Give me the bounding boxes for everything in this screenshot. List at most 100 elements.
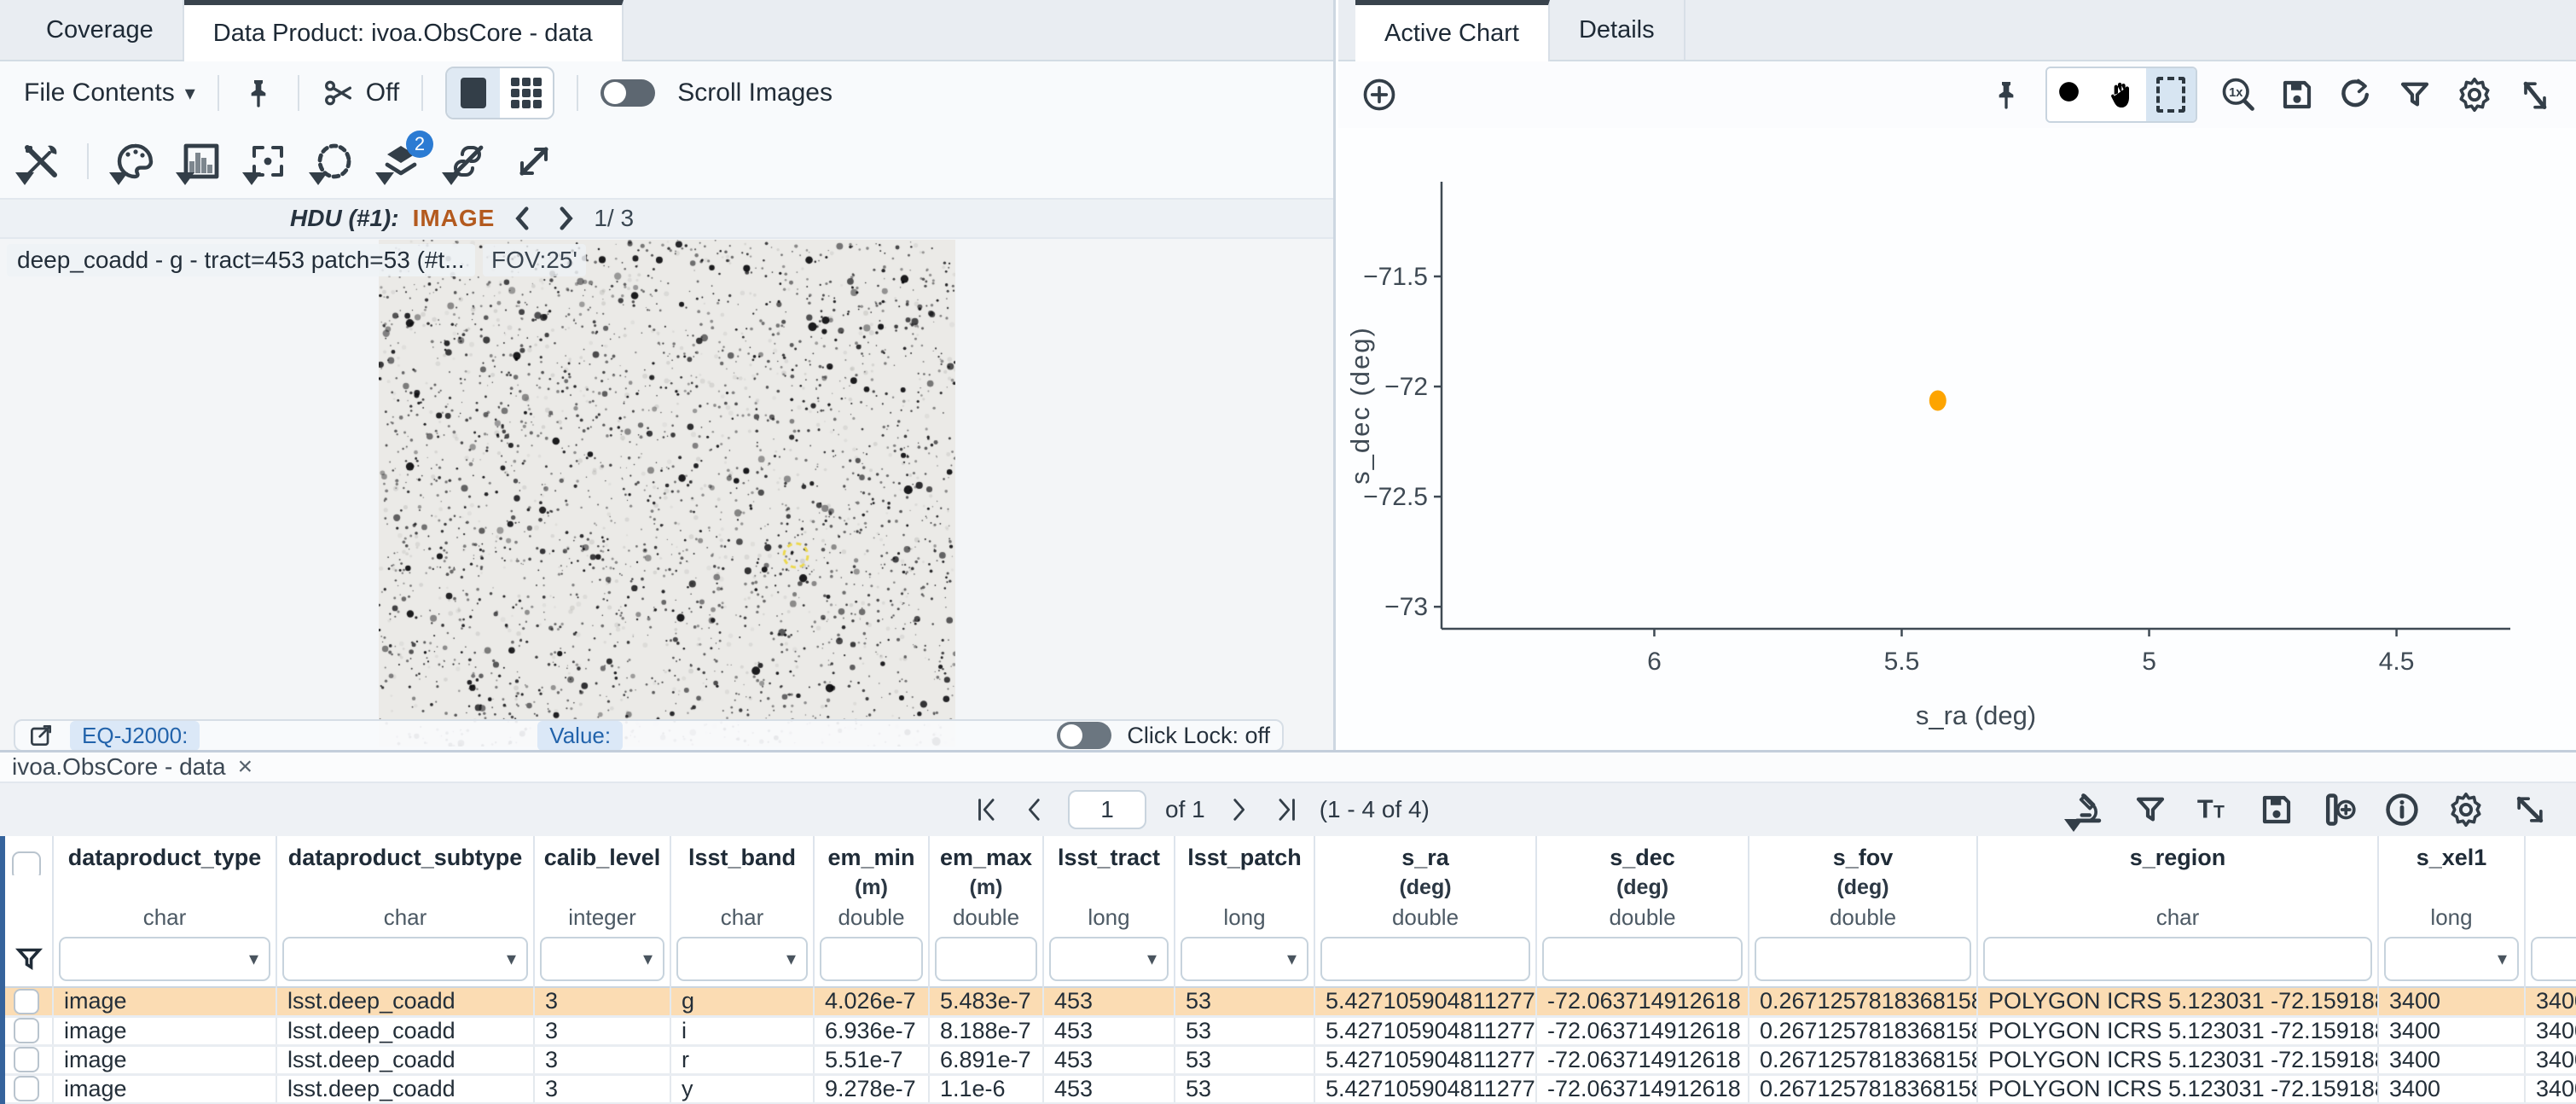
table-cell[interactable]: image [53,1045,276,1074]
pin-icon[interactable] [241,76,276,110]
tab-details[interactable]: Details [1550,0,1685,60]
table-cell[interactable]: 8.188e-7 [929,1016,1043,1045]
column-header-lsst_band[interactable]: lsst_bandchar▾ [670,836,814,987]
table-cell[interactable]: 3400 [2378,1045,2525,1074]
recenter-icon[interactable] [247,141,288,182]
save-table-icon[interactable] [2259,792,2295,828]
table-cell[interactable]: 0.2671257818368158 [1749,1074,1977,1103]
table-cell[interactable]: 5.4271059048112775 [1314,1045,1536,1074]
select-all-checkbox[interactable] [12,851,41,875]
table-cell[interactable]: -72.063714912618 [1536,1016,1749,1045]
table-cell[interactable]: 453 [1043,1045,1175,1074]
table-cell[interactable]: 3400 [2525,1016,2576,1045]
filter-table-icon[interactable] [2132,792,2168,828]
table-cell[interactable]: -72.063714912618 [1536,1045,1749,1074]
add-column-icon[interactable] [2320,791,2358,828]
table-cell[interactable]: y [670,1074,814,1103]
prev-page-button[interactable] [1020,795,1049,824]
unlink-icon[interactable] [447,141,488,182]
filter-input-dataproduct_subtype[interactable]: ▾ [282,937,528,981]
table-cell[interactable]: 1.1e-6 [929,1074,1043,1103]
table-cell[interactable]: 3400 [2525,987,2576,1016]
microscope-icon[interactable] [2069,791,2107,828]
crop-toggle-button[interactable]: Off [322,76,399,110]
restore-chart-icon[interactable] [2337,76,2375,113]
external-link-icon[interactable] [27,722,55,749]
filter-input-lsst_patch[interactable]: ▾ [1181,937,1308,981]
table-row[interactable]: imagelsst.deep_coadd3y9.278e-71.1e-64535… [0,1074,2576,1103]
table-cell[interactable]: 53 [1175,1045,1314,1074]
single-view-button[interactable] [447,68,500,118]
scroll-images-toggle[interactable] [600,79,655,107]
table-cell[interactable]: g [670,987,814,1016]
filter-input-s_region[interactable] [1983,937,2372,981]
filter-chart-icon[interactable] [2397,77,2433,113]
filter-input-s_xe[interactable] [2531,937,2576,981]
table-cell[interactable]: image [53,1074,276,1103]
table-cell[interactable]: 3400 [2525,1074,2576,1103]
table-cell[interactable]: 0.2671257818368158 [1749,1045,1977,1074]
column-header-dataproduct_type[interactable]: dataproduct_typechar▾ [53,836,276,987]
table-row[interactable]: imagelsst.deep_coadd3i6.936e-78.188e-745… [0,1016,2576,1045]
table-settings-icon[interactable] [2446,790,2486,829]
column-header-calib_level[interactable]: calib_levelinteger▾ [534,836,670,987]
expand-table-icon[interactable] [2511,791,2549,828]
table-cell[interactable]: r [670,1045,814,1074]
row-checkbox[interactable] [14,1076,39,1101]
histogram-icon[interactable] [181,141,222,182]
filter-input-calib_level[interactable]: ▾ [540,937,664,981]
column-header-s_xel1[interactable]: s_xel1long▾ [2378,836,2525,987]
row-checkbox[interactable] [14,989,39,1014]
row-checkbox[interactable] [14,1018,39,1043]
column-header-s_fov[interactable]: s_fov(deg)double [1749,836,1977,987]
expand-icon[interactable] [513,141,554,182]
select-all-header[interactable] [0,836,53,987]
tab-data-product[interactable]: Data Product: ivoa.ObsCore - data [184,0,624,61]
filter-input-dataproduct_type[interactable]: ▾ [59,937,270,981]
table-cell[interactable]: POLYGON ICRS 5.123031 -72.159188 5.73 [1977,1074,2378,1103]
info-icon[interactable] [2383,791,2421,828]
table-cell[interactable]: 3 [534,1045,670,1074]
table-cell[interactable]: lsst.deep_coadd [276,987,534,1016]
grid-view-button[interactable] [500,68,553,118]
tab-active-chart[interactable]: Active Chart [1355,0,1550,61]
tab-coverage[interactable]: Coverage [17,0,184,60]
table-cell[interactable]: -72.063714912618 [1536,987,1749,1016]
hdu-prev-button[interactable] [508,204,537,233]
row-select-cell[interactable] [0,1074,53,1103]
column-header-lsst_tract[interactable]: lsst_tractlong▾ [1043,836,1175,987]
table-cell[interactable]: POLYGON ICRS 5.123031 -72.159188 5.73 [1977,1045,2378,1074]
text-view-icon[interactable]: TT [2194,790,2233,829]
next-page-button[interactable] [1224,795,1253,824]
pan-tool-button[interactable] [2097,68,2146,121]
column-header-s_dec[interactable]: s_dec(deg)double [1536,836,1749,987]
palette-icon[interactable] [114,141,155,182]
table-cell[interactable]: 0.2671257818368158 [1749,1016,1977,1045]
filter-input-s_dec[interactable] [1542,937,1743,981]
zoom-in-tool-button[interactable] [2047,68,2097,121]
layers-icon[interactable]: 2 [380,141,421,182]
column-header-em_max[interactable]: em_max(m)double [929,836,1043,987]
close-icon[interactable]: × [238,752,253,782]
settings-icon[interactable] [2455,75,2494,114]
table-row[interactable]: imagelsst.deep_coadd3r5.51e-76.891e-7453… [0,1045,2576,1074]
column-header-s_ra[interactable]: s_ra(deg)double [1314,836,1536,987]
row-select-cell[interactable] [0,1016,53,1045]
row-checkbox[interactable] [14,1047,39,1072]
last-page-button[interactable] [1272,795,1301,824]
filter-input-s_ra[interactable] [1320,937,1530,981]
column-header-dataproduct_subtype[interactable]: dataproduct_subtypechar▾ [276,836,534,987]
table-cell[interactable]: 3400 [2378,1074,2525,1103]
table-cell[interactable]: 3 [534,987,670,1016]
table-cell[interactable]: image [53,1016,276,1045]
table-cell[interactable]: 5.4271059048112775 [1314,1016,1536,1045]
pin-chart-icon[interactable] [1989,78,2023,112]
table-cell[interactable]: POLYGON ICRS 5.123031 -72.159188 5.73 [1977,1016,2378,1045]
filter-input-lsst_tract[interactable]: ▾ [1049,937,1169,981]
column-header-s_region[interactable]: s_regionchar [1977,836,2378,987]
zoom-1x-icon[interactable]: 1x [2219,76,2257,113]
page-number-input[interactable] [1068,790,1146,829]
table-cell[interactable]: 3 [534,1016,670,1045]
table-cell[interactable]: 0.2671257818368158 [1749,987,1977,1016]
table-cell[interactable]: 53 [1175,987,1314,1016]
